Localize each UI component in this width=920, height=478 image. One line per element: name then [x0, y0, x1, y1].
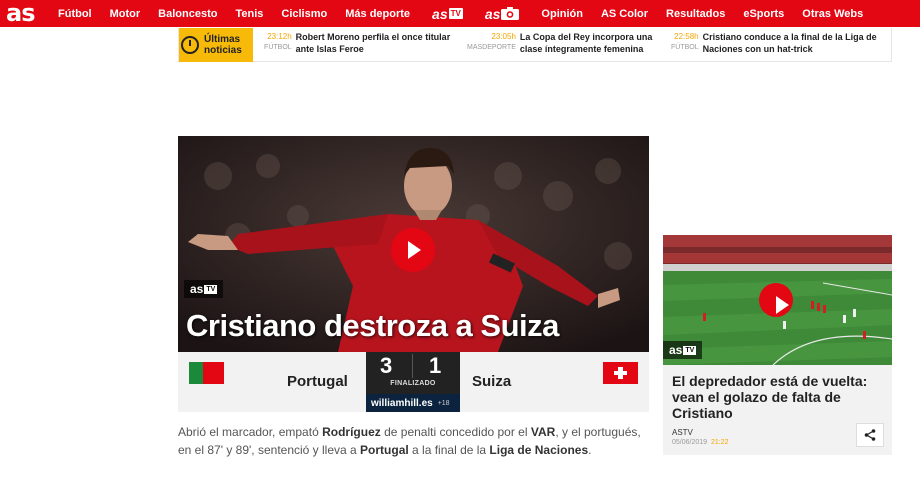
astv-link[interactable]: as TV	[432, 6, 463, 22]
ticker-label: Últimas noticias	[179, 28, 253, 62]
astv-tag-logo: as	[669, 343, 683, 357]
as-logo[interactable]: as	[6, 0, 52, 27]
summary-bold: VAR	[530, 425, 556, 439]
summary-text: a la final de la	[408, 443, 490, 457]
share-button[interactable]	[856, 423, 884, 447]
article-summary: Abrió el marcador, empató Rodríguez de p…	[178, 423, 653, 459]
ticker-time: 22:58h	[674, 32, 699, 41]
astv-tag-logo: as	[190, 282, 204, 296]
astv-tag: as TV	[663, 341, 703, 359]
play-button[interactable]	[391, 228, 435, 272]
match-scoreboard[interactable]: Portugal 3 1 FINALIZADO williamhill.es +…	[178, 352, 649, 412]
tv-badge: TV	[448, 8, 463, 19]
asfoto-logo: as	[484, 5, 501, 22]
nav-item-esports[interactable]: eSports	[743, 8, 784, 20]
summary-bold: Rodríguez	[322, 425, 381, 439]
share-icon	[864, 429, 876, 441]
nav-item-tenis[interactable]: Tenis	[235, 8, 263, 20]
ticker-item[interactable]: 22:58h FÚTBOL Cristiano conduce a la fin…	[661, 31, 877, 61]
astv-tag: as TV	[184, 280, 224, 298]
news-ticker: Últimas noticias 23:12h FÚTBOL Robert Mo…	[178, 28, 892, 62]
nav-item-opinion[interactable]: Opinión	[541, 8, 583, 20]
video-thumbnail[interactable]: as TV	[663, 235, 892, 365]
ticker-section: MASDEPORTE	[467, 44, 516, 51]
nav-item-motor[interactable]: Motor	[110, 8, 141, 20]
summary-bold: Liga de Naciones	[489, 443, 589, 457]
ticker-section: FÚTBOL	[671, 44, 699, 51]
play-button[interactable]	[759, 283, 793, 317]
ticker-time: 23:05h	[491, 32, 516, 41]
card-source: ASTV	[672, 428, 693, 437]
nav-item-futbol[interactable]: Fútbol	[58, 8, 92, 20]
nav-item-ciclismo[interactable]: Ciclismo	[281, 8, 327, 20]
summary-text: .	[588, 443, 592, 457]
home-score: 3	[380, 353, 393, 378]
nav-item-mas-deporte[interactable]: Más deporte	[345, 8, 410, 20]
card-headline[interactable]: El depredador está de vuelta: vean el go…	[672, 373, 884, 421]
nav-item-as-color[interactable]: AS Color	[601, 8, 648, 20]
ticker-section: FÚTBOL	[264, 44, 292, 51]
hero-headline[interactable]: Cristiano destroza a Suiza	[186, 308, 559, 344]
sponsor-banner[interactable]: williamhill.es +18	[366, 394, 460, 412]
match-status: FINALIZADO	[390, 380, 436, 387]
nav-item-baloncesto[interactable]: Baloncesto	[158, 8, 217, 20]
away-team-name: Suiza	[472, 373, 512, 390]
nav-item-resultados[interactable]: Resultados	[666, 8, 725, 20]
ticker-label-text: Últimas noticias	[204, 34, 242, 56]
ticker-headline[interactable]: Robert Moreno perfila el once titular an…	[296, 31, 457, 61]
ticker-headline[interactable]: La Copa del Rey incorpora una clase ínte…	[520, 31, 661, 61]
sponsor-name: williamhill.es	[371, 397, 433, 409]
home-team-name: Portugal	[287, 373, 348, 390]
ticker-headline[interactable]: Cristiano conduce a la final de la Liga …	[703, 31, 877, 61]
summary-text: Abrió el marcador, empató	[178, 425, 323, 439]
astv-tag-badge: TV	[204, 284, 218, 294]
camera-icon	[501, 7, 520, 20]
switzerland-flag-icon	[603, 362, 638, 384]
summary-bold: Portugal	[360, 443, 409, 457]
clock-icon	[181, 36, 199, 54]
hero-video[interactable]: as TV Cristiano destroza a Suiza	[178, 136, 649, 352]
score-box: 3 1 FINALIZADO	[366, 352, 460, 394]
card-time: 21:22	[711, 439, 729, 446]
card-date: 05/06/2019 21:22	[672, 439, 729, 446]
ticker-item[interactable]: 23:05h MASDEPORTE La Copa del Rey incorp…	[457, 31, 661, 61]
astv-tag-badge: TV	[683, 345, 697, 355]
away-score: 1	[429, 353, 442, 378]
score-divider	[412, 354, 413, 378]
ticker-item[interactable]: 23:12h FÚTBOL Robert Moreno perfila el o…	[253, 31, 457, 61]
summary-text: de penalti concedido por el	[380, 425, 531, 439]
card-date-text: 05/06/2019	[672, 439, 708, 446]
ticker-time: 23:12h	[267, 32, 292, 41]
astv-logo: as	[432, 5, 448, 22]
top-navigation: as Fútbol Motor Baloncesto Tenis Ciclism…	[0, 0, 920, 27]
nav-item-otras-webs[interactable]: Otras Webs	[802, 8, 863, 20]
portugal-flag-icon	[189, 362, 224, 384]
side-video-card[interactable]: as TV El depredador está de vuelta: vean…	[663, 235, 892, 455]
asfoto-link[interactable]: as	[485, 6, 520, 22]
age-restriction: +18	[437, 399, 450, 407]
